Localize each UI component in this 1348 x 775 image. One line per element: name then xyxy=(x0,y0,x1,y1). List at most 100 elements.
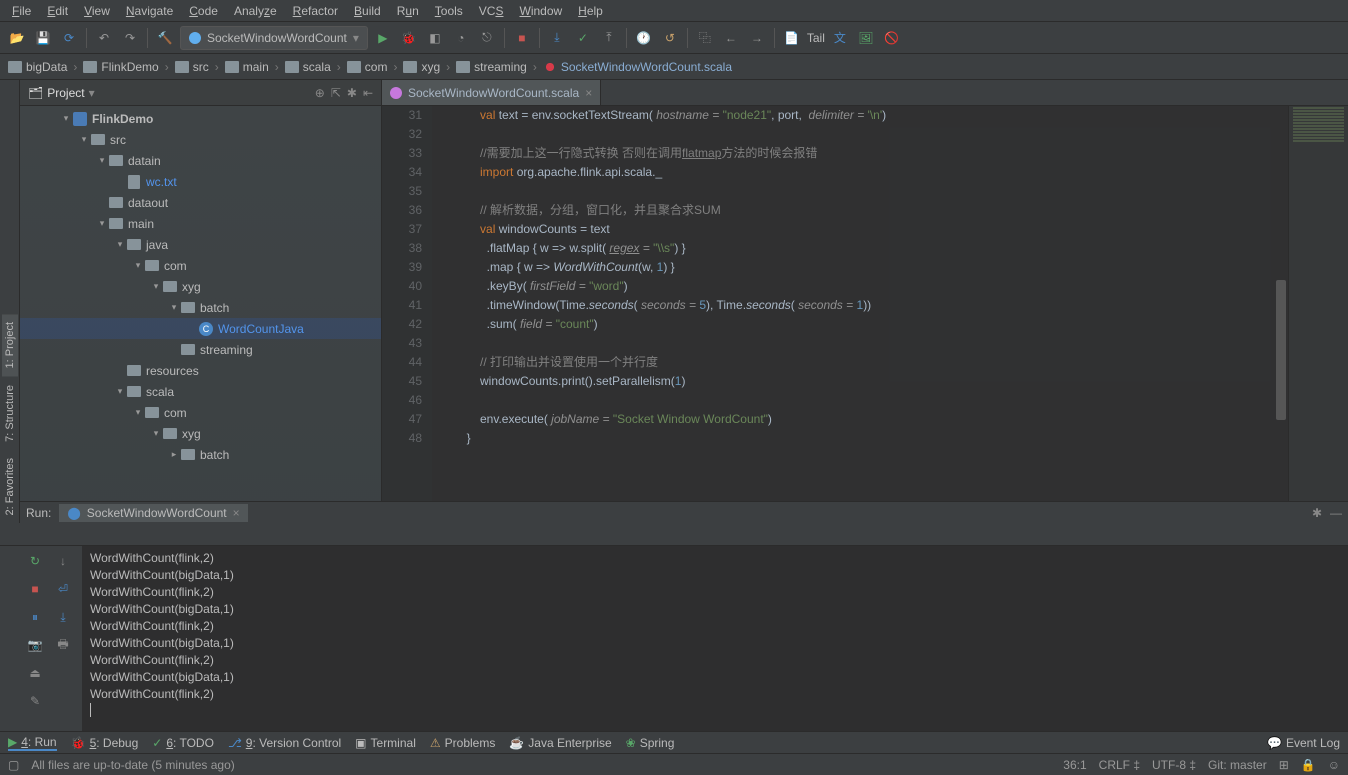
rerun-icon[interactable]: ↻ xyxy=(24,550,46,572)
tree-item-wc-txt[interactable]: wc.txt xyxy=(20,171,381,192)
code-editor[interactable]: val text = env.socketTextStream( hostnam… xyxy=(432,106,1348,501)
git-branch[interactable]: Git: master xyxy=(1208,758,1267,772)
tree-item-java[interactable]: ▾java xyxy=(20,234,381,255)
menu-code[interactable]: Code xyxy=(181,2,226,20)
editor-scrollbar[interactable] xyxy=(1276,280,1286,420)
revert-icon[interactable]: ↺ xyxy=(659,27,681,49)
settings-icon[interactable]: ✱ xyxy=(347,86,357,100)
lock-icon[interactable]: 🔒 xyxy=(1301,758,1316,772)
forward-icon[interactable]: → xyxy=(746,27,768,49)
menu-navigate[interactable]: Navigate xyxy=(118,2,181,20)
exit-icon[interactable]: ⏏ xyxy=(24,662,46,684)
menu-tools[interactable]: Tools xyxy=(427,2,471,20)
menu-help[interactable]: Help xyxy=(570,2,611,20)
undo-icon[interactable]: ↶ xyxy=(93,27,115,49)
favorites-tab[interactable]: 2: Favorites xyxy=(2,450,18,523)
tab-spring[interactable]: ❀Spring xyxy=(626,736,675,750)
open-icon[interactable]: 📂 xyxy=(6,27,28,49)
tree-item-src[interactable]: ▾src xyxy=(20,129,381,150)
pause-icon[interactable]: ⏸ xyxy=(24,606,46,628)
tree-item-flinkdemo[interactable]: ▾FlinkDemo xyxy=(20,108,381,129)
camera-icon[interactable]: 📷 xyxy=(24,634,46,656)
menu-vcs[interactable]: VCS xyxy=(471,2,512,20)
tree-item-datain[interactable]: ▾datain xyxy=(20,150,381,171)
back-icon[interactable]: ← xyxy=(720,27,742,49)
run-icon[interactable]: ▶ xyxy=(372,27,394,49)
breadcrumb-item[interactable]: FlinkDemo› xyxy=(83,60,170,74)
close-tab-icon[interactable]: × xyxy=(585,86,592,100)
run-hide-icon[interactable]: — xyxy=(1330,506,1342,520)
edit-icon[interactable]: ✎ xyxy=(24,690,46,712)
commit-icon[interactable]: ✓ xyxy=(572,27,594,49)
tab-todo[interactable]: ✓6: TODO xyxy=(152,736,214,750)
breadcrumb-item[interactable]: bigData› xyxy=(8,60,79,74)
tab-terminal[interactable]: ▣Terminal xyxy=(355,736,416,750)
tree-item-resources[interactable]: resources xyxy=(20,360,381,381)
run-tab[interactable]: ⬤ SocketWindowWordCount × xyxy=(59,504,247,522)
minimap[interactable] xyxy=(1288,106,1348,501)
tree-item-batch[interactable]: ▸batch xyxy=(20,444,381,465)
scroll-icon[interactable]: ⤓ xyxy=(52,606,74,628)
structure-tab[interactable]: 7: Structure xyxy=(2,377,18,450)
tree-item-xyg[interactable]: ▾xyg xyxy=(20,276,381,297)
breadcrumb-item[interactable]: main› xyxy=(225,60,281,74)
menu-edit[interactable]: Edit xyxy=(39,2,76,20)
tree-item-xyg[interactable]: ▾xyg xyxy=(20,423,381,444)
collapse-icon[interactable]: ⇱ xyxy=(331,86,341,100)
translate-icon[interactable]: 文 xyxy=(829,27,851,49)
menu-view[interactable]: View xyxy=(76,2,118,20)
tree-item-streaming[interactable]: streaming xyxy=(20,339,381,360)
block-icon[interactable]: 🚫 xyxy=(881,27,903,49)
breadcrumb-item[interactable]: src› xyxy=(175,60,221,74)
status-icon[interactable]: ▢ xyxy=(8,758,19,772)
indent-icon[interactable]: ⊞ xyxy=(1279,758,1289,772)
locate-icon[interactable]: ⊕ xyxy=(315,86,325,100)
sync-icon[interactable]: ⟳ xyxy=(58,27,80,49)
down-icon[interactable]: ↓ xyxy=(52,550,74,572)
stop-icon[interactable]: ■ xyxy=(511,27,533,49)
inspections-icon[interactable]: ☺ xyxy=(1328,758,1340,772)
debug-icon[interactable]: 🐞 xyxy=(398,27,420,49)
tail-icon[interactable]: 📄 xyxy=(781,27,803,49)
run-configuration-dropdown[interactable]: SocketWindowWordCount ▾ xyxy=(180,26,368,50)
menu-build[interactable]: Build xyxy=(346,2,389,20)
breadcrumb-item[interactable]: streaming› xyxy=(456,60,539,74)
project-tab[interactable]: 1: Project xyxy=(2,314,18,376)
breadcrumb-item[interactable]: com› xyxy=(347,60,400,74)
menu-window[interactable]: Window xyxy=(511,2,570,20)
tree-item-scala[interactable]: ▾scala xyxy=(20,381,381,402)
project-tree[interactable]: ▾FlinkDemo▾src▾datainwc.txtdataout▾main▾… xyxy=(20,106,381,523)
update-icon[interactable]: ⤓ xyxy=(546,27,568,49)
menu-analyze[interactable]: Analyze xyxy=(226,2,285,20)
menu-file[interactable]: File xyxy=(4,2,39,20)
redo-icon[interactable]: ↷ xyxy=(119,27,141,49)
tree-item-com[interactable]: ▾com xyxy=(20,255,381,276)
image-icon[interactable]: 🖼 xyxy=(855,27,877,49)
tab-run[interactable]: ▶4: Run xyxy=(8,735,57,751)
console-output[interactable]: WordWithCount(flink,2)WordWithCount(bigD… xyxy=(82,546,1348,731)
line-gutter[interactable]: 313233343536373839404142434445464748 xyxy=(382,106,432,501)
tree-item-dataout[interactable]: dataout xyxy=(20,192,381,213)
tree-item-batch[interactable]: ▾batch xyxy=(20,297,381,318)
breadcrumb-item[interactable]: xyg› xyxy=(403,60,452,74)
attach-icon[interactable]: ⎋ xyxy=(476,27,498,49)
tree-item-wordcountjava[interactable]: CWordCountJava xyxy=(20,318,381,339)
menu-run[interactable]: Run xyxy=(389,2,427,20)
hammer-icon[interactable]: 🔨 xyxy=(154,27,176,49)
line-separator[interactable]: CRLF ‡ xyxy=(1099,758,1140,772)
file-encoding[interactable]: UTF-8 ‡ xyxy=(1152,758,1196,772)
coverage-icon[interactable]: ◧ xyxy=(424,27,446,49)
caret-position[interactable]: 36:1 xyxy=(1063,758,1086,772)
breadcrumb-item[interactable]: scala› xyxy=(285,60,343,74)
tab-eventlog[interactable]: 💬Event Log xyxy=(1267,736,1340,750)
menu-refactor[interactable]: Refactor xyxy=(285,2,346,20)
save-all-icon[interactable]: 💾 xyxy=(32,27,54,49)
stop-run-icon[interactable]: ■ xyxy=(24,578,46,600)
tree-item-com[interactable]: ▾com xyxy=(20,402,381,423)
tab-problems[interactable]: ⚠Problems xyxy=(430,736,495,750)
tree-item-main[interactable]: ▾main xyxy=(20,213,381,234)
run-settings-icon[interactable]: ✱ xyxy=(1312,506,1322,520)
editor-tab[interactable]: SocketWindowWordCount.scala × xyxy=(382,80,601,105)
breadcrumb-item[interactable]: SocketWindowWordCount.scala xyxy=(543,60,732,74)
tab-debug[interactable]: 🐞5: Debug xyxy=(71,736,139,750)
